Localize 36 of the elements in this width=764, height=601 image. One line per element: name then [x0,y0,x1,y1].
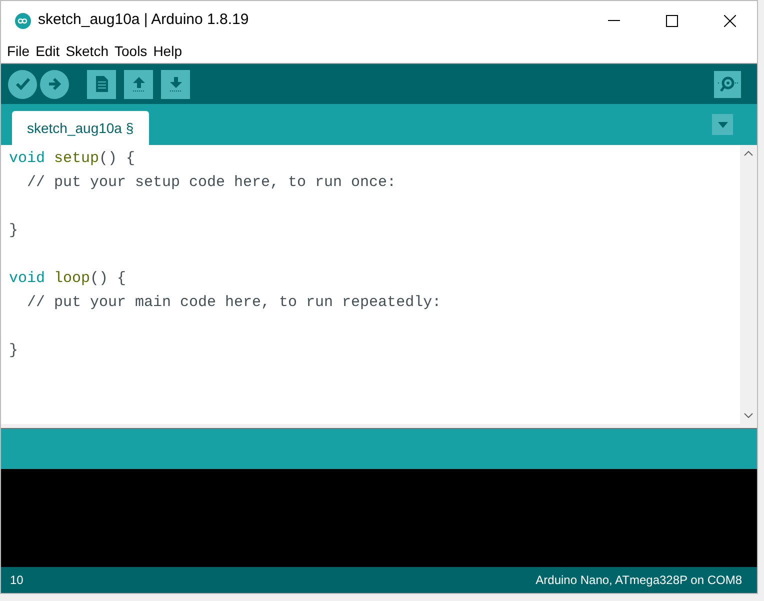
menu-item[interactable]: Help [153,41,182,62]
line-number: 10 [10,572,24,589]
serial-monitor-button[interactable] [714,70,741,98]
scroll-down-icon [744,413,753,418]
code-line: void setup() { [9,149,136,169]
upload-button[interactable] [40,70,69,98]
save-button[interactable] [161,70,190,98]
menu-item[interactable]: File [7,41,30,62]
board-info: Arduino Nano, ATmega328P on COM8 [536,572,742,589]
code-line: // put your main code here, to run repeatedly: [26,293,442,313]
menu-item[interactable]: Tools [114,41,148,62]
code-line: void loop() { [9,269,126,289]
minimize-icon [608,20,620,22]
app-logo-icon [15,12,31,28]
new-sketch-button[interactable] [87,70,116,98]
window-title: sketch_aug10a | Arduino 1.8.19 [38,10,249,30]
code-line: } [9,341,18,361]
caret-down-icon [718,122,728,128]
arrow-down-icon [168,75,184,93]
sketch-tab[interactable]: sketch_aug10a § [12,111,149,145]
arrow-up-icon [130,75,146,93]
verify-button[interactable] [8,70,37,98]
scroll-up-icon [744,151,753,156]
magnifier-icon [716,75,738,93]
code-line: // put your setup code here, to run once: [26,173,396,193]
scrollbar[interactable] [740,145,757,424]
maximize-icon [666,14,678,26]
tab-menu-button[interactable] [712,114,733,135]
open-button[interactable] [124,70,153,98]
arrow-right-icon [48,77,62,91]
close-icon [724,14,736,26]
code-line: } [9,221,18,241]
check-icon [14,77,30,91]
menu-item[interactable]: Sketch [66,41,108,62]
menu-item[interactable]: Edit [36,41,60,62]
document-icon [94,75,108,93]
